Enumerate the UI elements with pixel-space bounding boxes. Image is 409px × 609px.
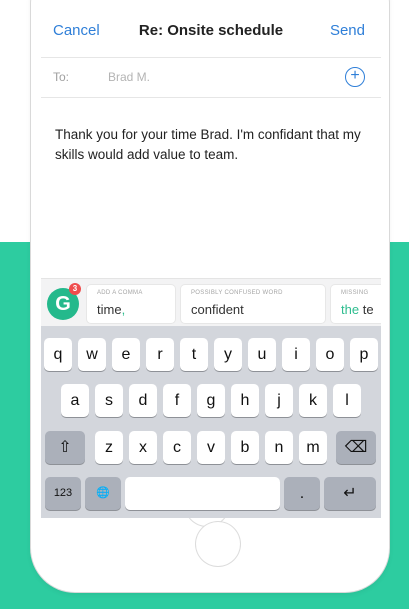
key-y[interactable]: y <box>214 338 242 371</box>
key-l[interactable]: l <box>333 384 361 417</box>
key-x[interactable]: x <box>129 431 157 464</box>
to-field-row[interactable]: To: Brad M. + <box>41 58 381 98</box>
suggestion-card-missing[interactable]: MISSING the te <box>331 285 381 323</box>
keyboard: ⇧ ⌫ 123 🌐 . ↵ qwertyuiop asdfghjkl zxcvbnm <box>41 326 381 518</box>
compose-screen: Cancel Re: Onsite schedule Send To: Brad… <box>41 0 381 518</box>
key-o[interactable]: o <box>316 338 344 371</box>
globe-icon[interactable]: 🌐 <box>85 477 121 510</box>
suggestion-caption: ADD A COMMA <box>97 290 143 296</box>
recipient-chip[interactable]: Brad M. <box>108 70 150 84</box>
key-q[interactable]: q <box>44 338 72 371</box>
home-button[interactable] <box>196 522 240 566</box>
key-v[interactable]: v <box>197 431 225 464</box>
key-t[interactable]: t <box>180 338 208 371</box>
shift-key-icon[interactable]: ⇧ <box>45 431 85 464</box>
key-z[interactable]: z <box>95 431 123 464</box>
key-w[interactable]: w <box>78 338 106 371</box>
key-u[interactable]: u <box>248 338 276 371</box>
suggestion-card-comma[interactable]: ADD A COMMA time, <box>87 285 175 323</box>
key-h[interactable]: h <box>231 384 259 417</box>
key-k[interactable]: k <box>299 384 327 417</box>
key-p[interactable]: p <box>350 338 378 371</box>
key-m[interactable]: m <box>299 431 327 464</box>
numbers-key[interactable]: 123 <box>45 477 81 510</box>
key-e[interactable]: e <box>112 338 140 371</box>
period-key[interactable]: . <box>284 477 320 510</box>
suggestion-card-confused-word[interactable]: POSSIBLY CONFUSED WORD confident <box>181 285 325 323</box>
issue-count-badge: 3 <box>69 283 81 295</box>
key-d[interactable]: d <box>129 384 157 417</box>
key-j[interactable]: j <box>265 384 293 417</box>
navigation-bar: Cancel Re: Onsite schedule Send <box>41 0 381 58</box>
grammarly-suggestion-bar: G 3 ADD A COMMA time, POSSIBLY CONFUSED … <box>41 278 381 326</box>
key-n[interactable]: n <box>265 431 293 464</box>
suggestion-word: confident <box>191 302 244 317</box>
suggestion-caption: MISSING <box>341 290 369 296</box>
return-key-icon[interactable]: ↵ <box>324 477 376 510</box>
key-s[interactable]: s <box>95 384 123 417</box>
suggestion-word: time, <box>97 302 126 317</box>
key-g[interactable]: g <box>197 384 225 417</box>
key-b[interactable]: b <box>231 431 259 464</box>
message-body[interactable]: Thank you for your time Brad. I'm confid… <box>55 125 373 165</box>
to-label: To: <box>53 70 70 84</box>
delete-key-icon[interactable]: ⌫ <box>336 431 376 464</box>
key-i[interactable]: i <box>282 338 310 371</box>
suggestion-word: the te <box>341 302 374 317</box>
send-button[interactable]: Send <box>330 22 365 39</box>
space-key[interactable] <box>125 477 280 510</box>
suggestion-caption: POSSIBLY CONFUSED WORD <box>191 290 283 296</box>
key-r[interactable]: r <box>146 338 174 371</box>
key-f[interactable]: f <box>163 384 191 417</box>
key-a[interactable]: a <box>61 384 89 417</box>
key-c[interactable]: c <box>163 431 191 464</box>
add-recipient-icon[interactable]: + <box>345 67 365 87</box>
